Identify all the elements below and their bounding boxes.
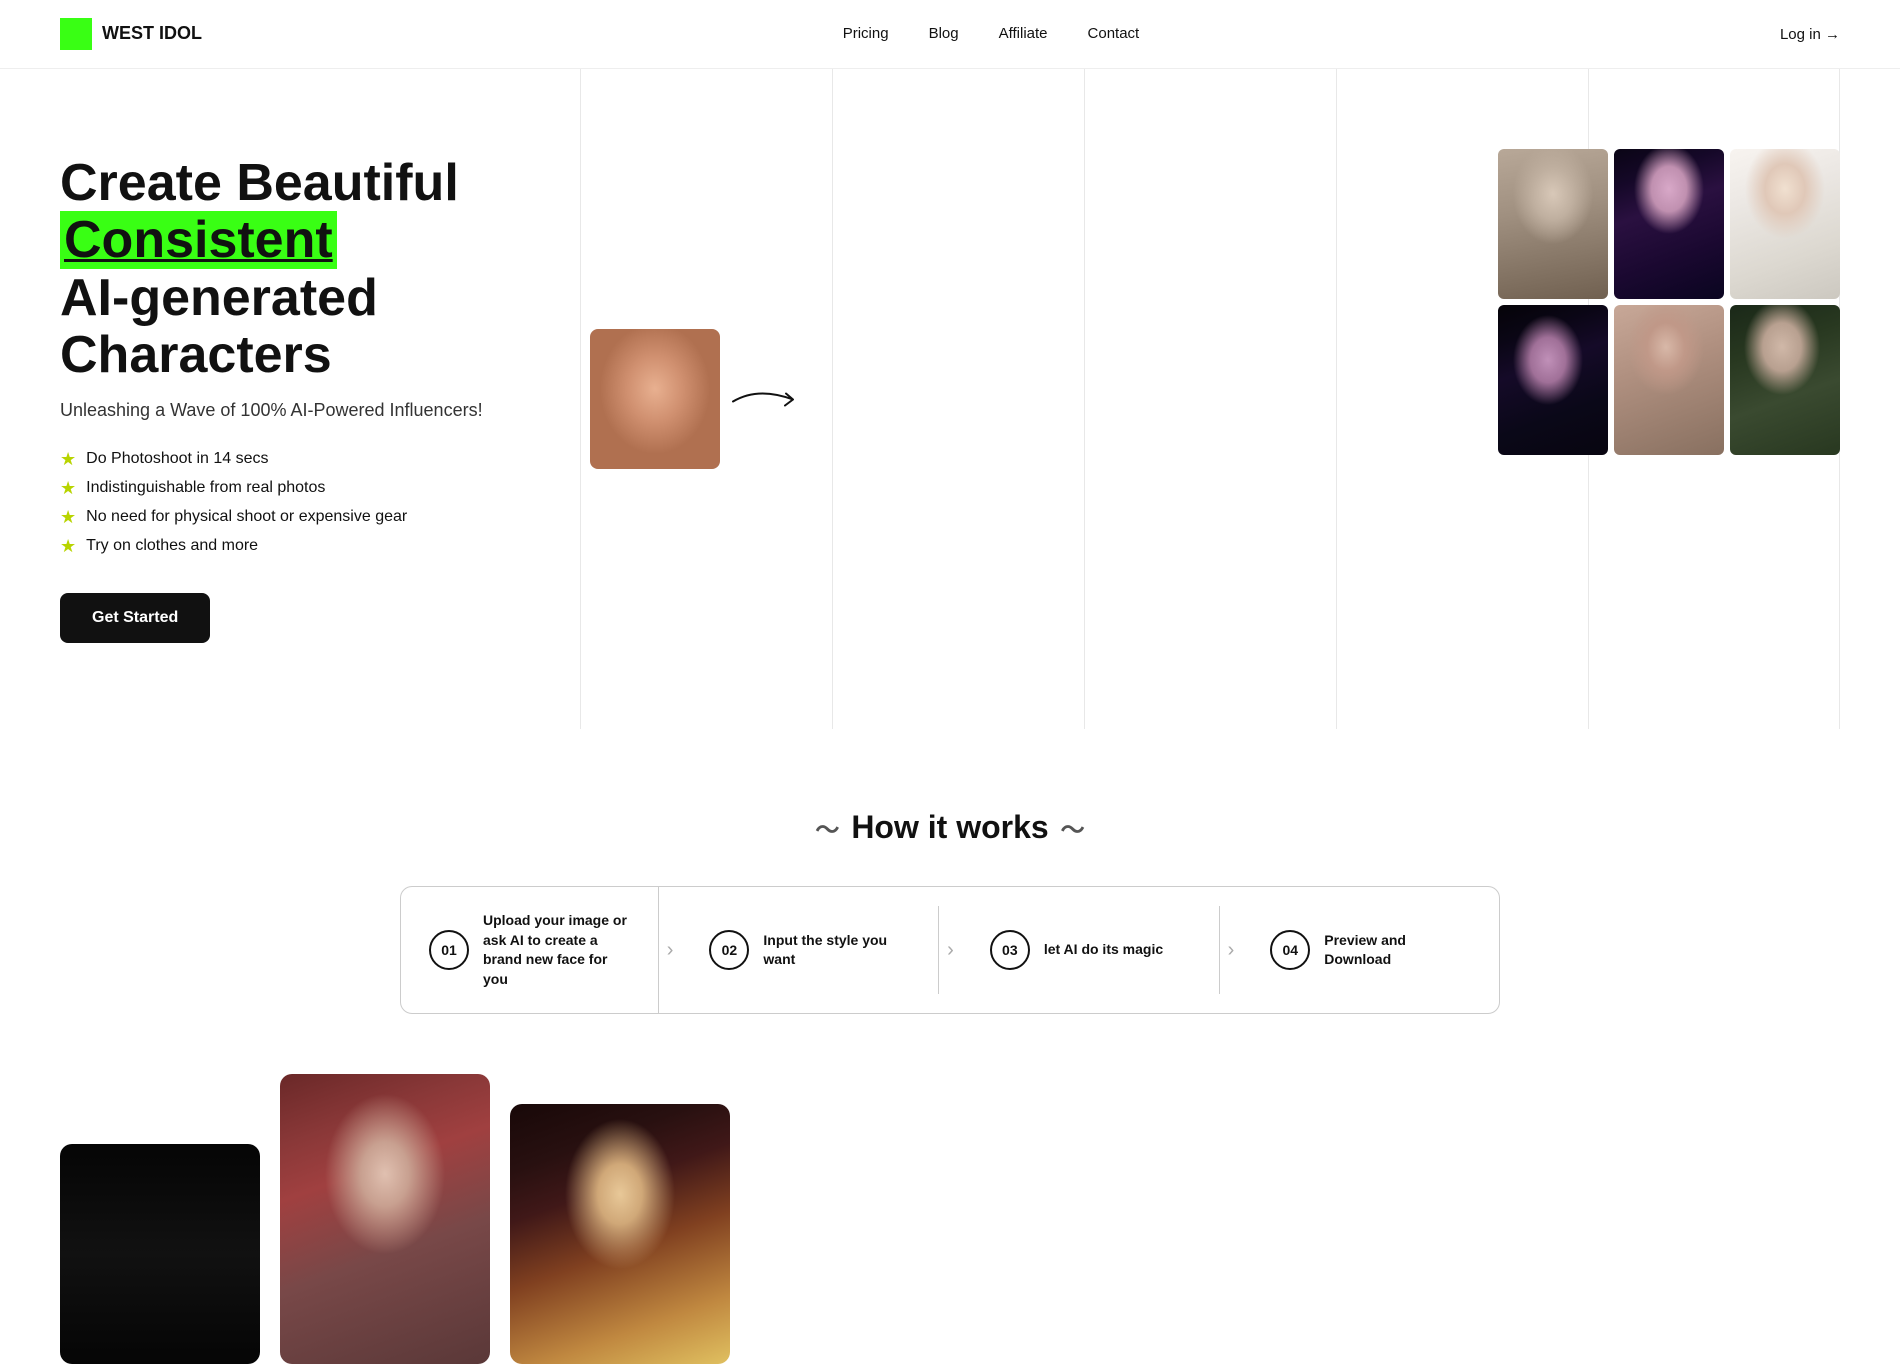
feature-4: ★ Try on clothes and more [60,536,540,557]
gallery-img-street [510,1104,730,1364]
result-img-2 [1614,149,1724,299]
nav-affiliate[interactable]: Affiliate [999,25,1048,42]
step-num-2: 02 [709,930,749,970]
feature-2: ★ Indistinguishable from real photos [60,478,540,499]
gallery-section [0,1054,1900,1364]
squiggle-right: 〜 [1061,810,1085,845]
result-img-1 [1498,149,1608,299]
title-prefix: Create Beautiful [60,154,459,212]
step-arrow-3: › [1220,939,1243,962]
star-icon-4: ★ [60,536,76,557]
grid-col-2 [832,69,1084,729]
result-img-4 [1498,305,1608,455]
step-arrow-2: › [939,939,962,962]
nav-links: Pricing Blog Affiliate Contact [843,25,1140,43]
step-4: 04 Preview and Download [1242,906,1499,994]
hero-section: Create Beautiful Consistent AI-generated… [0,69,1900,749]
arrow-decoration [728,382,848,417]
nav-pricing[interactable]: Pricing [843,25,889,42]
star-icon-3: ★ [60,507,76,528]
step-3: 03 let AI do its magic [962,906,1220,994]
star-icon-1: ★ [60,449,76,470]
step-1: 01 Upload your image or ask AI to create… [401,887,659,1013]
nav-blog[interactable]: Blog [929,25,959,42]
source-image [590,329,720,469]
step-num-3: 03 [990,930,1030,970]
features-list: ★ Do Photoshoot in 14 secs ★ Indistingui… [60,449,540,557]
step-text-3: let AI do its magic [1044,940,1163,960]
login-button[interactable]: Log in → [1780,26,1840,43]
hero-images [580,129,1840,669]
get-started-button[interactable]: Get Started [60,593,210,643]
step-text-2: Input the style you want [763,931,910,970]
step-text-4: Preview and Download [1324,931,1471,970]
step-num-4: 04 [1270,930,1310,970]
step-num-1: 01 [429,930,469,970]
step-arrow-1: › [659,939,682,962]
gallery-img-dark [60,1144,260,1364]
hero-subtitle: Unleashing a Wave of 100% AI-Powered Inf… [60,400,540,421]
step-2: 02 Input the style you want [681,906,939,994]
hero-title: Create Beautiful Consistent AI-generated… [60,155,540,384]
squiggle-left: 〜 [815,810,839,845]
hero-content: Create Beautiful Consistent AI-generated… [60,155,580,643]
title-suffix: AI-generated Characters [60,269,378,384]
feature-3: ★ No need for physical shoot or expensiv… [60,507,540,528]
star-icon-2: ★ [60,478,76,499]
result-img-5 [1614,305,1724,455]
section-title: 〜 How it works 〜 [60,809,1840,846]
nav-contact[interactable]: Contact [1088,25,1140,42]
section-title-text: How it works [851,809,1048,846]
results-grid [1498,149,1840,455]
feature-1: ★ Do Photoshoot in 14 secs [60,449,540,470]
navbar: WEST IDOL Pricing Blog Affiliate Contact… [0,0,1900,69]
brand-name: WEST IDOL [102,24,202,44]
grid-col-3 [1084,69,1336,729]
result-img-6 [1730,305,1840,455]
result-img-3 [1730,149,1840,299]
logo-link[interactable]: WEST IDOL [60,18,202,50]
steps-container: 01 Upload your image or ask AI to create… [400,886,1500,1014]
title-highlight: Consistent [60,211,337,269]
logo-icon [60,18,92,50]
step-text-1: Upload your image or ask AI to create a … [483,911,630,989]
how-it-works-section: 〜 How it works 〜 01 Upload your image or… [0,749,1900,1054]
